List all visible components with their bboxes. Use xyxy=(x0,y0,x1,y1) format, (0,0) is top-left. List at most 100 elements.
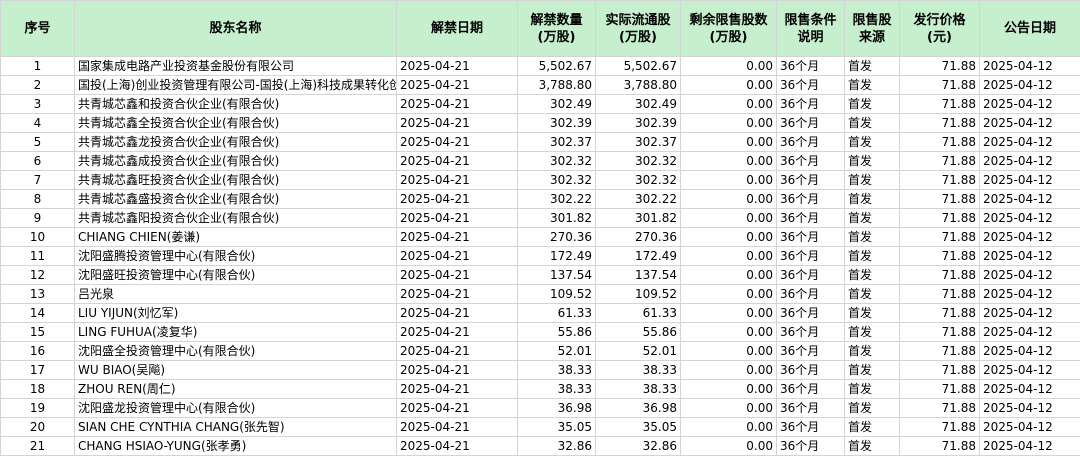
cell-actual-float[interactable]: 38.33 xyxy=(595,379,681,399)
cell-condition[interactable]: 36个月 xyxy=(776,417,845,437)
cell-unlock-qty[interactable]: 302.49 xyxy=(517,94,596,114)
cell-unlock-qty[interactable]: 5,502.67 xyxy=(517,56,596,76)
cell-announce-date[interactable]: 2025-04-12 xyxy=(979,132,1080,152)
cell-source[interactable]: 首发 xyxy=(844,398,900,418)
cell-remaining[interactable]: 0.00 xyxy=(680,246,777,266)
cell-condition[interactable]: 36个月 xyxy=(776,303,845,323)
cell-announce-date[interactable]: 2025-04-12 xyxy=(979,436,1080,456)
cell-source[interactable]: 首发 xyxy=(844,265,900,285)
cell-source[interactable]: 首发 xyxy=(844,436,900,456)
cell-idx[interactable]: 18 xyxy=(0,379,75,399)
cell-actual-float[interactable]: 270.36 xyxy=(595,227,681,247)
column-header-remaining[interactable]: 剩余限售股数 (万股) xyxy=(680,0,777,57)
cell-name[interactable]: 沈阳盛旺投资管理中心(有限合伙) xyxy=(74,265,397,285)
cell-name[interactable]: LING FUHUA(凌复华) xyxy=(74,322,397,342)
cell-source[interactable]: 首发 xyxy=(844,75,900,95)
cell-unlock-date[interactable]: 2025-04-21 xyxy=(396,284,518,304)
cell-name[interactable]: 国家集成电路产业投资基金股份有限公司 xyxy=(74,56,397,76)
cell-unlock-qty[interactable]: 52.01 xyxy=(517,341,596,361)
cell-name[interactable]: 沈阳盛全投资管理中心(有限合伙) xyxy=(74,341,397,361)
cell-source[interactable]: 首发 xyxy=(844,341,900,361)
cell-unlock-qty[interactable]: 137.54 xyxy=(517,265,596,285)
cell-actual-float[interactable]: 52.01 xyxy=(595,341,681,361)
cell-price[interactable]: 71.88 xyxy=(899,436,980,456)
cell-source[interactable]: 首发 xyxy=(844,246,900,266)
cell-remaining[interactable]: 0.00 xyxy=(680,398,777,418)
cell-price[interactable]: 71.88 xyxy=(899,227,980,247)
cell-price[interactable]: 71.88 xyxy=(899,303,980,323)
table-row[interactable]: 3 共青城芯鑫和投资合伙企业(有限合伙) 2025-04-21 302.49 302.4… xyxy=(0,94,1080,114)
cell-source[interactable]: 首发 xyxy=(844,303,900,323)
table-row[interactable]: 8 共青城芯鑫盛投资合伙企业(有限合伙) 2025-04-21 302.22 302.2… xyxy=(0,189,1080,209)
cell-actual-float[interactable]: 137.54 xyxy=(595,265,681,285)
cell-condition[interactable]: 36个月 xyxy=(776,94,845,114)
cell-unlock-date[interactable]: 2025-04-21 xyxy=(396,417,518,437)
cell-condition[interactable]: 36个月 xyxy=(776,189,845,209)
cell-condition[interactable]: 36个月 xyxy=(776,360,845,380)
cell-unlock-qty[interactable]: 302.37 xyxy=(517,132,596,152)
cell-price[interactable]: 71.88 xyxy=(899,56,980,76)
cell-remaining[interactable]: 0.00 xyxy=(680,113,777,133)
cell-condition[interactable]: 36个月 xyxy=(776,379,845,399)
cell-actual-float[interactable]: 302.32 xyxy=(595,151,681,171)
column-header-announce-date[interactable]: 公告日期 xyxy=(979,0,1080,57)
cell-condition[interactable]: 36个月 xyxy=(776,151,845,171)
cell-condition[interactable]: 36个月 xyxy=(776,436,845,456)
cell-idx[interactable]: 2 xyxy=(0,75,75,95)
cell-unlock-date[interactable]: 2025-04-21 xyxy=(396,151,518,171)
cell-price[interactable]: 71.88 xyxy=(899,379,980,399)
cell-source[interactable]: 首发 xyxy=(844,208,900,228)
cell-unlock-date[interactable]: 2025-04-21 xyxy=(396,132,518,152)
cell-announce-date[interactable]: 2025-04-12 xyxy=(979,417,1080,437)
cell-source[interactable]: 首发 xyxy=(844,113,900,133)
cell-unlock-date[interactable]: 2025-04-21 xyxy=(396,208,518,228)
cell-idx[interactable]: 9 xyxy=(0,208,75,228)
cell-source[interactable]: 首发 xyxy=(844,379,900,399)
cell-unlock-date[interactable]: 2025-04-21 xyxy=(396,436,518,456)
cell-announce-date[interactable]: 2025-04-12 xyxy=(979,94,1080,114)
cell-idx[interactable]: 10 xyxy=(0,227,75,247)
cell-condition[interactable]: 36个月 xyxy=(776,170,845,190)
cell-name[interactable]: CHANG HSIAO-YUNG(张孝勇) xyxy=(74,436,397,456)
cell-announce-date[interactable]: 2025-04-12 xyxy=(979,189,1080,209)
cell-price[interactable]: 71.88 xyxy=(899,94,980,114)
cell-idx[interactable]: 3 xyxy=(0,94,75,114)
column-header-idx[interactable]: 序号 xyxy=(0,0,75,57)
cell-remaining[interactable]: 0.00 xyxy=(680,303,777,323)
cell-remaining[interactable]: 0.00 xyxy=(680,341,777,361)
table-row[interactable]: 7 共青城芯鑫旺投资合伙企业(有限合伙) 2025-04-21 302.32 302.3… xyxy=(0,170,1080,190)
cell-remaining[interactable]: 0.00 xyxy=(680,227,777,247)
cell-announce-date[interactable]: 2025-04-12 xyxy=(979,284,1080,304)
cell-remaining[interactable]: 0.00 xyxy=(680,170,777,190)
cell-unlock-qty[interactable]: 36.98 xyxy=(517,398,596,418)
cell-condition[interactable]: 36个月 xyxy=(776,132,845,152)
cell-actual-float[interactable]: 5,502.67 xyxy=(595,56,681,76)
cell-remaining[interactable]: 0.00 xyxy=(680,379,777,399)
cell-idx[interactable]: 11 xyxy=(0,246,75,266)
cell-name[interactable]: 吕光泉 xyxy=(74,284,397,304)
cell-name[interactable]: 共青城芯鑫和投资合伙企业(有限合伙) xyxy=(74,94,397,114)
table-row[interactable]: 20 SIAN CHE CYNTHIA CHANG(张先智) 2025-04-21 3… xyxy=(0,417,1080,437)
cell-name[interactable]: 国投(上海)创业投资管理有限公司-国投(上海)科技成果转化创业投资基金企业(有限… xyxy=(74,75,397,95)
cell-unlock-date[interactable]: 2025-04-21 xyxy=(396,360,518,380)
cell-condition[interactable]: 36个月 xyxy=(776,265,845,285)
table-row[interactable]: 21 CHANG HSIAO-YUNG(张孝勇) 2025-04-21 32.86 32… xyxy=(0,436,1080,456)
cell-idx[interactable]: 5 xyxy=(0,132,75,152)
cell-source[interactable]: 首发 xyxy=(844,170,900,190)
cell-unlock-date[interactable]: 2025-04-21 xyxy=(396,75,518,95)
cell-idx[interactable]: 17 xyxy=(0,360,75,380)
cell-announce-date[interactable]: 2025-04-12 xyxy=(979,322,1080,342)
cell-idx[interactable]: 21 xyxy=(0,436,75,456)
cell-idx[interactable]: 20 xyxy=(0,417,75,437)
cell-unlock-qty[interactable]: 302.32 xyxy=(517,170,596,190)
cell-price[interactable]: 71.88 xyxy=(899,208,980,228)
cell-announce-date[interactable]: 2025-04-12 xyxy=(979,113,1080,133)
cell-name[interactable]: SIAN CHE CYNTHIA CHANG(张先智) xyxy=(74,417,397,437)
table-row[interactable]: 9 共青城芯鑫阳投资合伙企业(有限合伙) 2025-04-21 301.82 301.8… xyxy=(0,208,1080,228)
cell-price[interactable]: 71.88 xyxy=(899,75,980,95)
cell-name[interactable]: ZHOU REN(周仁) xyxy=(74,379,397,399)
cell-unlock-qty[interactable]: 109.52 xyxy=(517,284,596,304)
cell-announce-date[interactable]: 2025-04-12 xyxy=(979,75,1080,95)
cell-condition[interactable]: 36个月 xyxy=(776,246,845,266)
cell-idx[interactable]: 15 xyxy=(0,322,75,342)
